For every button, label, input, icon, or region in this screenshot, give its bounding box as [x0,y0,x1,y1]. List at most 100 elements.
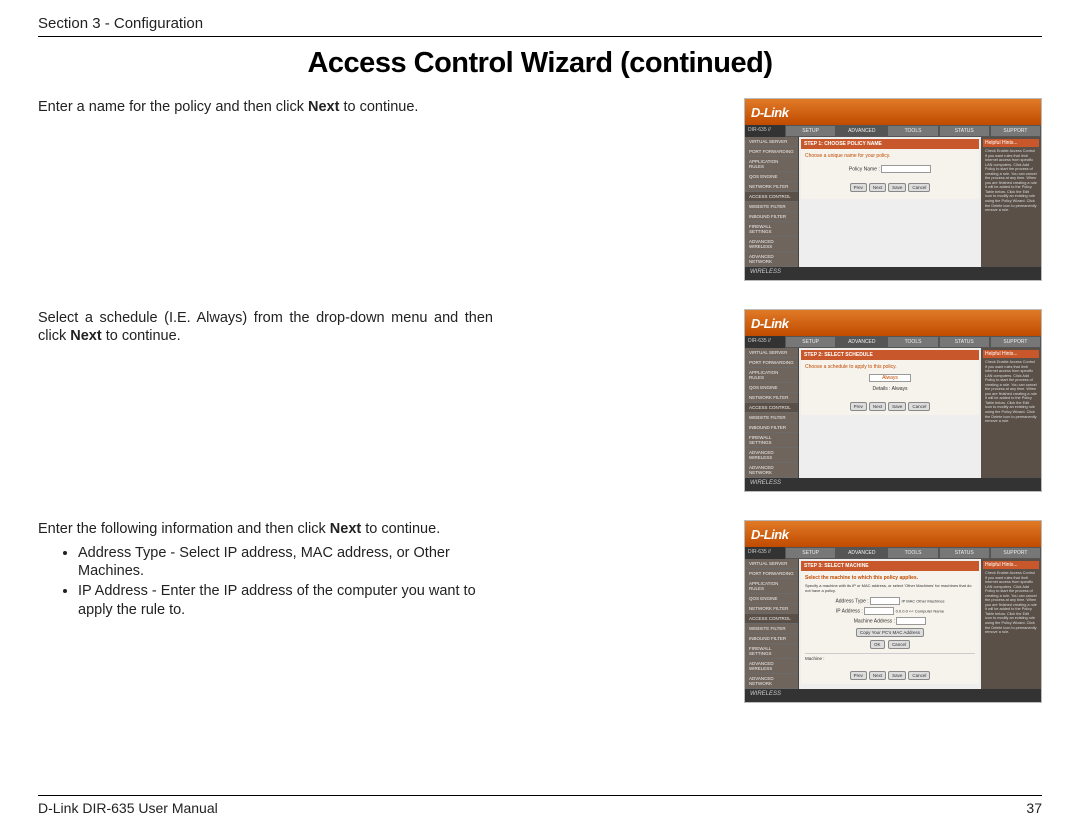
router-side-item[interactable]: INBOUND FILTER [745,423,798,433]
router-tab[interactable]: SETUP [785,125,836,137]
text-column: Enter a name for the policy and then cli… [38,98,493,122]
wizard-save-button[interactable]: Save [888,183,906,192]
router-sidebar: VIRTUAL SERVERPORT FORWARDINGAPPLICATION… [745,559,799,689]
router-side-item[interactable]: FIREWALL SETTINGS [745,644,798,659]
router-side-item[interactable]: ACCESS CONTROL [745,403,798,413]
router-side-item[interactable]: FIREWALL SETTINGS [745,222,798,237]
wizard-step-title: STEP 3: SELECT MACHINE [801,561,979,571]
wizard-prev-button[interactable]: Prev [850,671,867,680]
router-side-item[interactable]: WEBSITE FILTER [745,202,798,212]
helpful-hints: Helpful Hints... Check Enable Access Con… [981,559,1041,689]
wizard-save-button[interactable]: Save [888,402,906,411]
router-tab[interactable]: SUPPORT [990,336,1041,348]
machine-field[interactable] [864,607,894,615]
router-side-item[interactable]: INBOUND FILTER [745,634,798,644]
wizard-cancel-button[interactable]: Cancel [908,671,930,680]
router-side-item[interactable]: ADVANCED WIRELESS [745,237,798,252]
router-tabs: DIR-635 //SETUPADVANCEDTOOLSSTATUSSUPPOR… [745,547,1041,559]
router-tab[interactable]: SETUP [785,336,836,348]
router-tab[interactable]: TOOLS [887,125,938,137]
wizard-next-button[interactable]: Next [869,183,886,192]
wizard-form: Choose a schedule to apply to this polic… [801,360,979,415]
router-side-item[interactable]: ADVANCED WIRELESS [745,448,798,463]
router-footer: WIRELESS [745,267,1041,280]
wizard-prev-button[interactable]: Prev [850,183,867,192]
footer-manual-name: D-Link DIR-635 User Manual [38,800,218,816]
text-column: Enter the following information and then… [38,520,493,621]
hints-title: Helpful Hints... [983,350,1039,358]
router-tab[interactable]: ADVANCED [836,547,887,559]
router-side-item[interactable]: FIREWALL SETTINGS [745,433,798,448]
router-side-item[interactable]: VIRTUAL SERVER [745,559,798,569]
router-tabs: DIR-635 //SETUPADVANCEDTOOLSSTATUSSUPPOR… [745,125,1041,137]
router-side-item[interactable]: QOS ENGINE [745,594,798,604]
footer-page-number: 37 [1026,800,1042,816]
router-tab[interactable]: TOOLS [887,547,938,559]
router-side-item[interactable]: PORT FORWARDING [745,147,798,157]
router-tab[interactable]: STATUS [939,125,990,137]
router-tab[interactable]: STATUS [939,547,990,559]
router-tab[interactable]: SUPPORT [990,125,1041,137]
router-side-item[interactable]: WEBSITE FILTER [745,624,798,634]
wizard-prev-button[interactable]: Prev [850,402,867,411]
wizard-step-title: STEP 1: CHOOSE POLICY NAME [801,139,979,149]
wizard-next-button[interactable]: Next [869,671,886,680]
router-tab[interactable]: SUPPORT [990,547,1041,559]
router-side-item[interactable]: VIRTUAL SERVER [745,137,798,147]
wizard-save-button[interactable]: Save [888,671,906,680]
router-side-item[interactable]: ADVANCED NETWORK [745,674,798,689]
router-tab[interactable]: ADVANCED [836,336,887,348]
router-side-item[interactable]: PORT FORWARDING [745,569,798,579]
router-side-item[interactable]: WEBSITE FILTER [745,413,798,423]
policy-name-input[interactable] [881,165,931,173]
router-side-item[interactable]: ADVANCED WIRELESS [745,659,798,674]
router-tab[interactable]: ADVANCED [836,125,887,137]
wizard-cancel-button[interactable]: Cancel [908,183,930,192]
router-side-item[interactable]: ADVANCED NETWORK [745,252,798,267]
dlink-logo: D-Link [751,316,788,331]
wizard-form: Choose a unique name for your policy. Po… [801,149,979,199]
wizard-step-title: STEP 2: SELECT SCHEDULE [801,350,979,360]
footer: D-Link DIR-635 User Manual 37 [38,795,1042,816]
router-tab[interactable]: STATUS [939,336,990,348]
router-side-item[interactable]: APPLICATION RULES [745,368,798,383]
hints-title: Helpful Hints... [983,561,1039,569]
instruction-text: Select a schedule (I.E. Always) from the… [38,309,493,345]
machine-field[interactable] [896,617,926,625]
copy-mac-button[interactable]: Copy Your PC's MAC Address [856,628,924,637]
router-side-item[interactable]: QOS ENGINE [745,172,798,182]
router-header: D-Link [745,521,1041,547]
router-side-item[interactable]: APPLICATION RULES [745,579,798,594]
router-side-item[interactable]: VIRTUAL SERVER [745,348,798,358]
router-side-item[interactable]: NETWORK FILTER [745,604,798,614]
router-screenshot: D-Link DIR-635 //SETUPADVANCEDTOOLSSTATU… [744,520,1042,703]
dlink-logo: D-Link [751,105,788,120]
list-item: IP Address - Enter the IP address of the… [78,582,493,618]
wizard-next-button[interactable]: Next [869,402,886,411]
router-side-item[interactable]: NETWORK FILTER [745,182,798,192]
router-side-item[interactable]: APPLICATION RULES [745,157,798,172]
instruction-list: Address Type - Select IP address, MAC ad… [38,544,493,619]
router-footer: WIRELESS [745,689,1041,702]
router-side-item[interactable]: QOS ENGINE [745,383,798,393]
hints-body: Check Enable Access Control if you want … [983,358,1039,426]
router-side-item[interactable]: ACCESS CONTROL [745,614,798,624]
router-side-item[interactable]: NETWORK FILTER [745,393,798,403]
list-item: Address Type - Select IP address, MAC ad… [78,544,493,580]
router-side-item[interactable]: ADVANCED NETWORK [745,463,798,478]
router-screenshot: D-Link DIR-635 //SETUPADVANCEDTOOLSSTATU… [744,98,1042,281]
router-tab[interactable]: SETUP [785,547,836,559]
router-tab[interactable]: TOOLS [887,336,938,348]
wizard-form: Select the machine to which this policy … [801,571,979,684]
ok-button[interactable]: OK [870,640,885,649]
wizard-cancel-button[interactable]: Cancel [908,402,930,411]
machine-field[interactable] [870,597,900,605]
router-side-item[interactable]: PORT FORWARDING [745,358,798,368]
schedule-select[interactable]: Always [869,374,911,382]
router-side-item[interactable]: INBOUND FILTER [745,212,798,222]
hints-body: Check Enable Access Control if you want … [983,569,1039,637]
router-side-item[interactable]: ACCESS CONTROL [745,192,798,202]
instruction-text: Enter a name for the policy and then cli… [38,98,493,116]
page-title: Access Control Wizard (continued) [38,47,1042,80]
cancel-button[interactable]: Cancel [888,640,910,649]
